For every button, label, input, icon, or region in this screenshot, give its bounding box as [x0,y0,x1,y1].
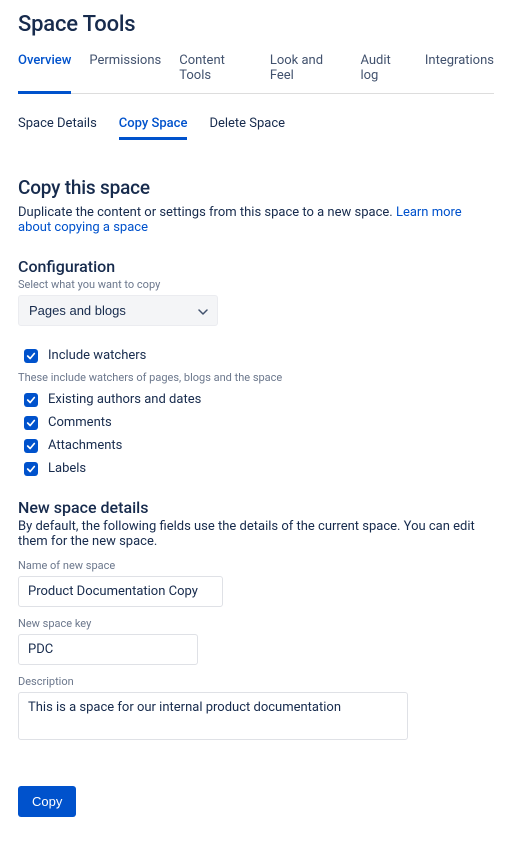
authors-checkbox[interactable] [24,393,38,407]
authors-label: Existing authors and dates [48,392,201,407]
copy-button[interactable]: Copy [18,786,76,817]
copy-space-heading: Copy this space [18,176,494,199]
comments-label: Comments [48,415,112,430]
page-title: Space Tools [18,12,494,37]
subtab-copy-space[interactable]: Copy Space [119,112,188,140]
attachments-label: Attachments [48,438,122,453]
option-row-labels: Labels [24,461,494,476]
space-name-input[interactable] [18,576,223,607]
option-row-attachments: Attachments [24,438,494,453]
description-field-label: Description [18,675,494,688]
include-watchers-row: Include watchers [24,348,494,363]
tab-integrations[interactable]: Integrations [425,47,494,93]
tab-look-and-feel[interactable]: Look and Feel [270,47,343,93]
check-icon [26,441,36,451]
tab-overview[interactable]: Overview [18,47,71,94]
include-watchers-checkbox[interactable] [24,349,38,363]
key-field-label: New space key [18,617,494,630]
subtab-space-details[interactable]: Space Details [18,112,97,140]
check-icon [26,418,36,428]
primary-tabs: Overview Permissions Content Tools Look … [18,47,494,94]
tab-permissions[interactable]: Permissions [89,47,161,93]
watchers-helper-text: These include watchers of pages, blogs a… [18,371,494,384]
tab-audit-log[interactable]: Audit log [360,47,406,93]
name-field-label: Name of new space [18,559,494,572]
copy-space-description: Duplicate the content or settings from t… [18,205,494,235]
check-icon [26,464,36,474]
check-icon [26,351,36,361]
copy-scope-select[interactable]: Pages and blogs [18,295,218,326]
option-row-authors: Existing authors and dates [24,392,494,407]
labels-label: Labels [48,461,86,476]
secondary-tabs: Space Details Copy Space Delete Space [18,112,494,140]
space-key-input[interactable] [18,634,198,665]
comments-checkbox[interactable] [24,416,38,430]
labels-checkbox[interactable] [24,462,38,476]
new-space-description: By default, the following fields use the… [18,519,494,549]
new-space-heading: New space details [18,498,494,517]
tab-content-tools[interactable]: Content Tools [179,47,252,93]
check-icon [26,395,36,405]
include-watchers-label: Include watchers [48,348,146,363]
configuration-heading: Configuration [18,257,494,276]
select-helper-text: Select what you want to copy [18,278,494,291]
attachments-checkbox[interactable] [24,439,38,453]
configuration-options: Include watchers These include watchers … [24,348,494,476]
subtab-delete-space[interactable]: Delete Space [209,112,285,140]
space-description-input[interactable]: This is a space for our internal product… [18,692,408,740]
option-row-comments: Comments [24,415,494,430]
copy-desc-text: Duplicate the content or settings from t… [18,205,396,220]
